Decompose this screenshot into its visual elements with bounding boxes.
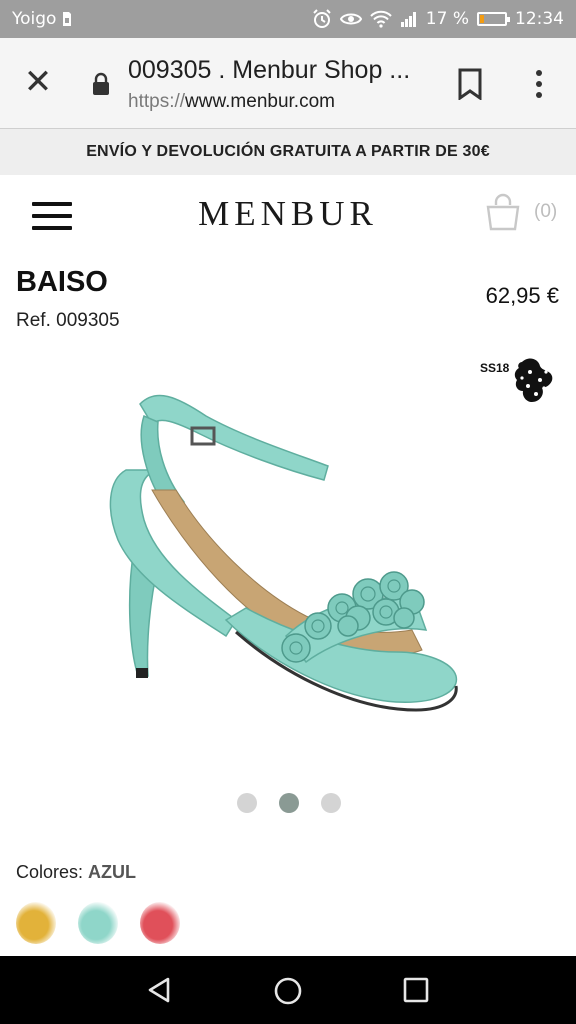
recents-icon[interactable] xyxy=(402,976,430,1004)
clock: 12:34 xyxy=(515,9,564,29)
carousel-dot[interactable] xyxy=(279,793,299,813)
carousel-dot[interactable] xyxy=(321,793,341,813)
product-name: BAISO xyxy=(16,266,108,298)
status-bar: Yoigo 17 % 12:34 xyxy=(0,0,576,38)
carrier: Yoigo xyxy=(12,9,72,29)
home-icon[interactable] xyxy=(273,976,303,1006)
page-title[interactable]: 009305 . Menbur Shop ... xyxy=(128,56,428,85)
promo-text: ENVÍO Y DEVOLUCIÓN GRATUITA A PARTIR DE … xyxy=(86,143,490,160)
close-tab-button[interactable]: ✕ xyxy=(22,65,54,99)
overflow-menu-icon[interactable] xyxy=(526,68,552,100)
colors-label-text: Colores: xyxy=(16,862,89,882)
browser-toolbar: ✕ 009305 . Menbur Shop ... https://www.m… xyxy=(0,38,576,129)
product-price: 62,95 € xyxy=(485,283,559,308)
aqua-swatch[interactable] xyxy=(78,902,118,944)
colors-label: Colores: AZUL xyxy=(16,862,136,883)
cactus-icon xyxy=(514,358,553,402)
gold-swatch[interactable] xyxy=(16,902,56,944)
selected-color: AZUL xyxy=(88,862,137,882)
carousel-dot[interactable] xyxy=(237,793,257,813)
battery-icon xyxy=(477,12,510,26)
product-image[interactable] xyxy=(96,380,476,740)
battery-percent: 17 % xyxy=(425,9,469,29)
shopping-bag-icon[interactable] xyxy=(484,193,522,231)
lock-icon xyxy=(93,72,109,95)
signal-icon xyxy=(400,12,416,27)
promo-banner: ENVÍO Y DEVOLUCIÓN GRATUITA A PARTIR DE … xyxy=(0,129,576,175)
bookmark-icon[interactable] xyxy=(456,68,484,100)
carrier-name: Yoigo xyxy=(12,9,57,29)
system-nav-bar xyxy=(0,956,576,1024)
site-header: MENBUR (0) xyxy=(0,175,576,255)
season-badge-text: SS18 xyxy=(480,361,510,375)
sim-icon xyxy=(63,12,72,26)
red-swatch[interactable] xyxy=(140,902,180,944)
url-scheme: https:// xyxy=(128,91,186,112)
season-badge: SS18 xyxy=(480,358,553,402)
wifi-icon xyxy=(370,10,392,28)
url-field[interactable]: https://www.menbur.com xyxy=(128,91,335,113)
carousel-indicator xyxy=(0,793,576,813)
product-reference: Ref. 009305 xyxy=(16,310,120,331)
back-icon[interactable] xyxy=(146,976,174,1004)
color-swatches xyxy=(16,902,180,944)
eye-icon xyxy=(339,13,362,25)
cart-count[interactable]: (0) xyxy=(534,201,557,223)
url-host: www.menbur.com xyxy=(185,91,335,112)
alarm-icon xyxy=(313,9,331,28)
